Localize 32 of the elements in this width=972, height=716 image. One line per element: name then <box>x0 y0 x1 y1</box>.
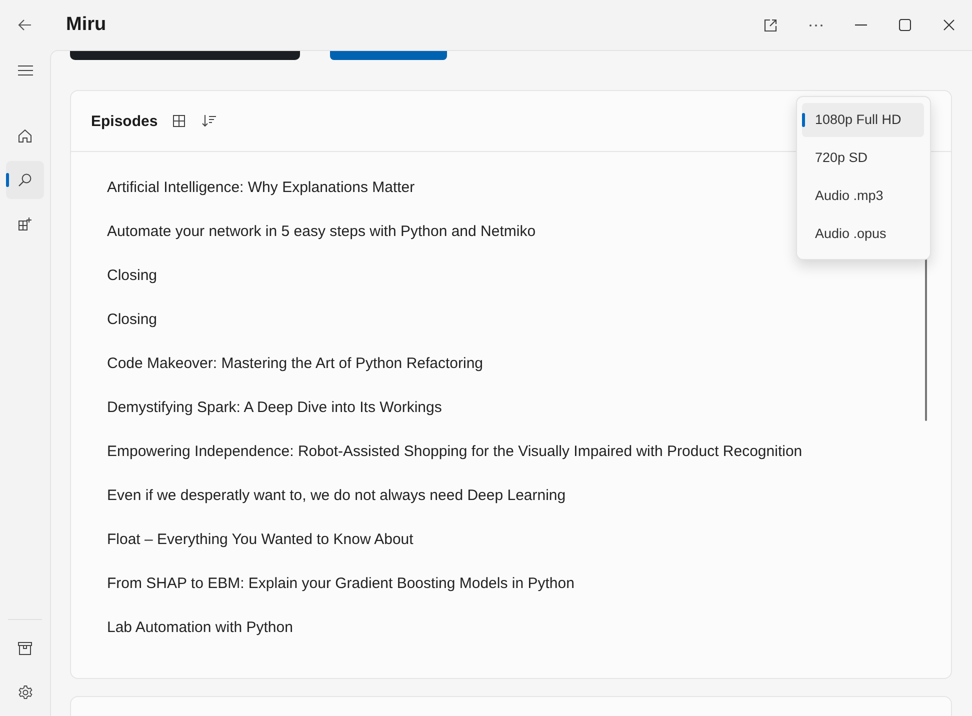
episodes-title: Episodes <box>91 112 158 130</box>
home-icon <box>18 129 32 143</box>
menu-item[interactable]: 1080p Full HD <box>802 103 924 137</box>
menu-item[interactable]: Audio .mp3 <box>802 179 924 213</box>
sort-icon[interactable] <box>202 115 216 127</box>
episode-item[interactable]: Demystifying Spark: A Deep Dive into Its Workings <box>107 393 442 437</box>
archive-box-icon <box>18 642 32 654</box>
more-icon[interactable] <box>809 24 823 26</box>
open-external-icon[interactable] <box>764 18 777 32</box>
episode-item[interactable]: Code Makeover: Mastering the Art of Python Refactoring <box>107 349 484 393</box>
episode-item[interactable]: Automate your network in 5 easy steps with Python and Netmiko <box>107 217 536 261</box>
episode-item[interactable]: Empowering Independence: Robot-Assisted Shopping for the Visually Impaired with Product Recognition <box>107 437 802 481</box>
episode-item[interactable]: Float – Everything You Wanted to Know About <box>107 525 414 569</box>
minimize-icon[interactable] <box>855 24 867 26</box>
episode-item[interactable]: Artificial Intelligence: Why Explanations Matter <box>107 173 415 217</box>
episode-item[interactable]: Lab Automation with Python <box>107 613 293 657</box>
menu-item[interactable]: Audio .opus <box>802 217 924 251</box>
grid-icon[interactable] <box>172 115 185 127</box>
window-title: Miru <box>66 14 106 36</box>
close-icon[interactable] <box>943 19 955 31</box>
back-arrow-icon <box>18 18 32 32</box>
maximize-icon[interactable] <box>899 19 911 31</box>
episode-item[interactable]: Closing <box>107 305 158 349</box>
menu-item[interactable]: 720p SD <box>802 141 924 175</box>
episode-item[interactable]: From SHAP to EBM: Explain your Gradient Boosting Models in Python <box>107 569 574 613</box>
search-nav-button[interactable] <box>6 161 44 199</box>
settings-icon <box>18 684 32 700</box>
search-icon <box>18 173 32 187</box>
grid-plus-icon <box>18 217 32 231</box>
menu-icon <box>18 64 32 76</box>
episode-item[interactable]: Closing <box>107 261 158 305</box>
episode-item[interactable]: Even if we desperatly want to, we do not always need Deep Learning <box>107 481 566 525</box>
